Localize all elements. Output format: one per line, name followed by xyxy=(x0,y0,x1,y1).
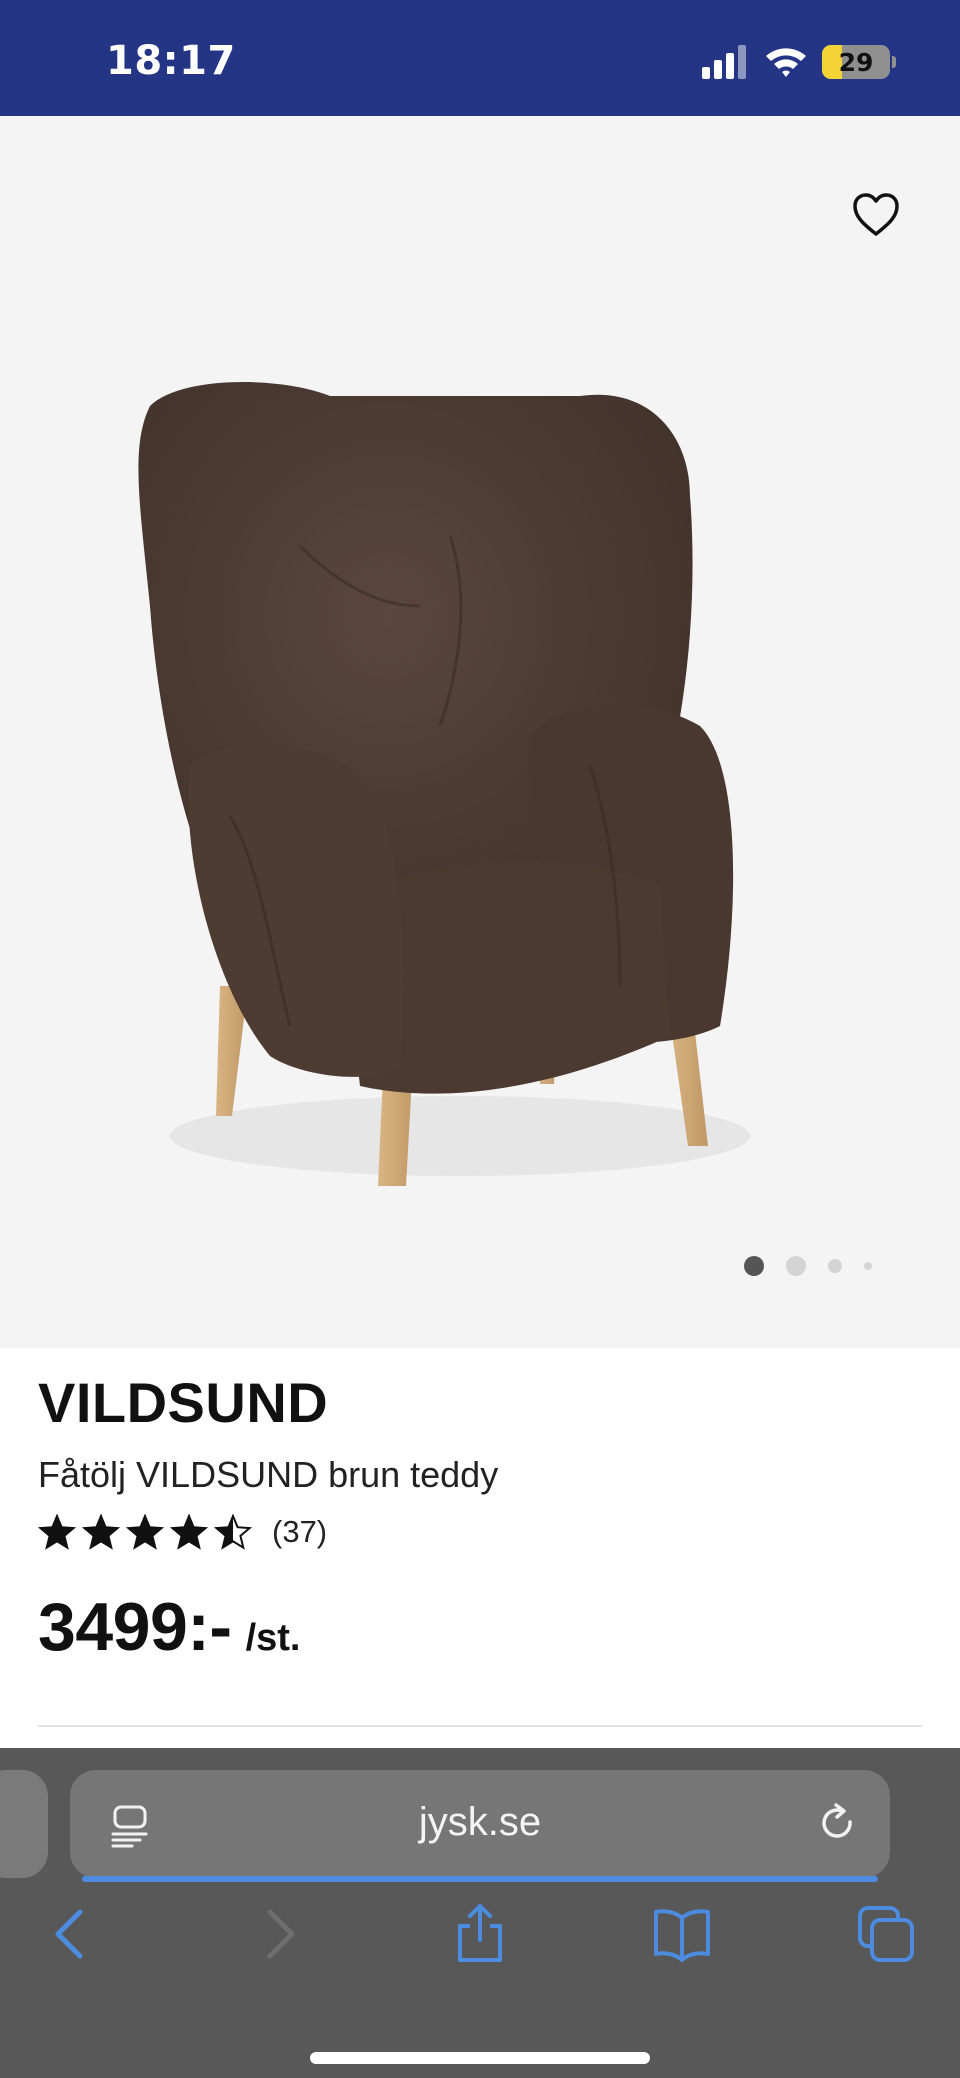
forward-icon[interactable] xyxy=(248,1904,308,1964)
browser-toolbar xyxy=(0,1904,960,1984)
address-bar[interactable]: jysk.se xyxy=(70,1770,890,1882)
page-load-progress xyxy=(82,1876,878,1882)
price-row: 3499:- /st. xyxy=(38,1588,300,1666)
bookmarks-icon[interactable] xyxy=(652,1904,712,1964)
price-unit: /st. xyxy=(245,1617,301,1659)
wifi-icon xyxy=(766,48,806,77)
cellular-signal-icon xyxy=(702,45,746,79)
clock: 18:17 xyxy=(106,38,236,84)
battery-tip xyxy=(892,56,896,68)
tabs-icon[interactable] xyxy=(856,1904,916,1964)
pagination-dot[interactable] xyxy=(864,1262,872,1270)
battery-percentage: 29 xyxy=(838,47,874,77)
pagination-dot[interactable] xyxy=(744,1256,764,1276)
reload-icon[interactable] xyxy=(816,1802,860,1846)
heart-outline-icon[interactable] xyxy=(852,192,900,238)
product-brand: VILDSUND xyxy=(38,1371,329,1434)
star-icon xyxy=(126,1514,164,1550)
gallery-pagination xyxy=(744,1256,872,1276)
home-indicator[interactable] xyxy=(310,2052,650,2064)
armchair-product-image xyxy=(138,382,750,1186)
product-rating[interactable]: (37) xyxy=(38,1514,327,1550)
status-icons: 29 xyxy=(702,44,896,80)
url-text[interactable]: jysk.se xyxy=(70,1800,890,1845)
review-count[interactable]: (37) xyxy=(272,1514,327,1550)
share-icon[interactable] xyxy=(450,1904,510,1964)
product-price: 3499:- xyxy=(38,1589,232,1665)
browser-chrome: jysk.se xyxy=(0,1748,960,2078)
pagination-dot[interactable] xyxy=(828,1259,842,1273)
back-icon[interactable] xyxy=(42,1904,102,1964)
status-bar: 18:17 29 xyxy=(0,0,960,116)
star-icon xyxy=(214,1514,252,1550)
star-icon xyxy=(82,1514,120,1550)
battery-icon: 29 xyxy=(822,45,890,79)
product-image-gallery[interactable] xyxy=(0,116,960,1348)
star-icon xyxy=(38,1514,76,1550)
pagination-dot[interactable] xyxy=(786,1256,806,1276)
rating-stars xyxy=(38,1514,252,1550)
previous-tab-peek[interactable] xyxy=(0,1770,48,1878)
divider xyxy=(38,1725,922,1727)
product-name: Fåtölj VILDSUND brun teddy xyxy=(38,1454,499,1495)
star-icon xyxy=(170,1514,208,1550)
